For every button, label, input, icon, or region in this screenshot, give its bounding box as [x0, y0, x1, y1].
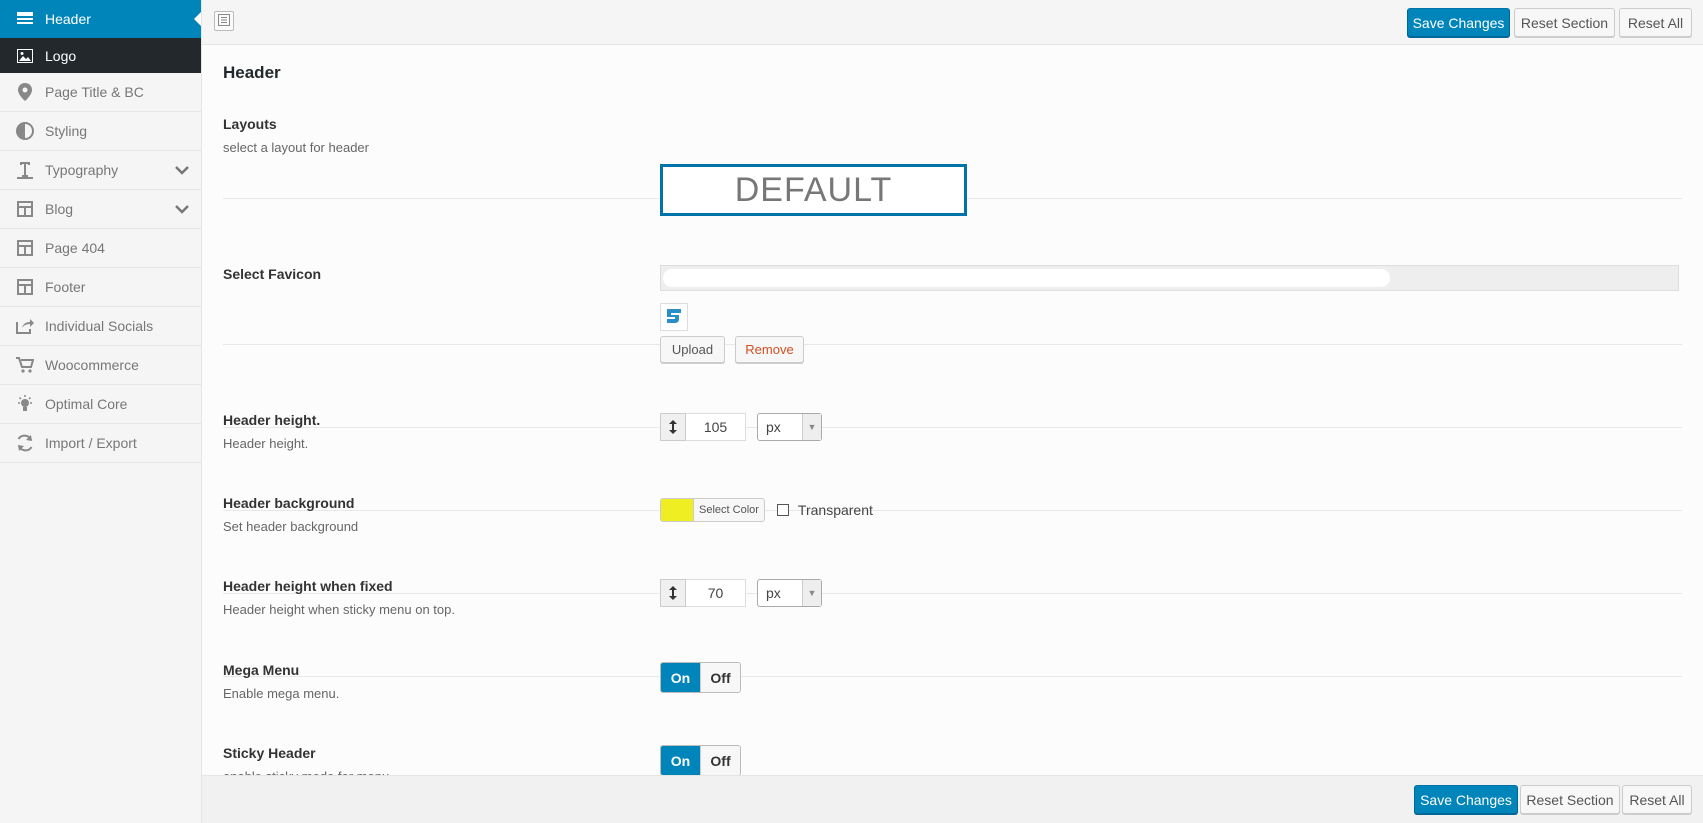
chevron-down-icon[interactable] — [175, 162, 189, 178]
sidebar-item-label: Import / Export — [45, 435, 137, 451]
sidebar-item-label: Blog — [45, 201, 74, 217]
header-background-row: Header background Set header background … — [223, 427, 1682, 534]
reset-section-button[interactable]: Reset Section — [1514, 8, 1615, 37]
favicon-url-field[interactable] — [660, 265, 1679, 291]
text-icon — [16, 161, 34, 179]
save-changes-button[interactable]: Save Changes — [1407, 8, 1510, 37]
sidebar-item-header[interactable]: Header — [0, 0, 201, 38]
sidebar-item-typography[interactable]: Typography — [0, 151, 201, 190]
mega-menu-row: Mega Menu Enable mega menu. On Off — [223, 593, 1682, 701]
sidebar-item-page-404[interactable]: Page 404 — [0, 229, 201, 268]
sidebar-item-label: Page 404 — [45, 240, 105, 256]
cart-icon — [16, 356, 34, 374]
header-icon — [16, 10, 34, 28]
sidebar-item-label: Page Title & BC — [45, 84, 144, 100]
lightbulb-icon — [16, 395, 34, 413]
layout-icon — [16, 200, 34, 218]
reset-all-button[interactable]: Reset All — [1622, 785, 1692, 814]
sidebar-item-label: Styling — [45, 123, 88, 139]
header-background-label: Header background — [223, 495, 355, 511]
header-height-label: Header height. — [223, 412, 321, 428]
sticky-header-row: Sticky Header enable sticky mode for men… — [223, 676, 1682, 784]
sidebar-item-logo[interactable]: Logo — [0, 38, 201, 73]
sidebar-item-woocommerce[interactable]: Woocommerce — [0, 346, 201, 385]
share-icon — [16, 317, 34, 335]
sidebar-item-label: Logo — [45, 47, 77, 64]
refresh-icon — [16, 434, 34, 452]
contrast-icon — [16, 122, 34, 140]
reset-section-button[interactable]: Reset Section — [1520, 785, 1620, 814]
sidebar-item-label: Optimal Core — [45, 396, 128, 412]
options-panel: Header Layouts select a layout for heade… — [202, 45, 1703, 784]
layouts-row: Layouts select a layout for header DEFAU… — [223, 105, 1682, 216]
layout-icon — [16, 239, 34, 257]
sticky-header-on[interactable]: On — [661, 746, 700, 775]
sidebar: Header Logo Page Title & BC Styling Typo… — [0, 0, 202, 823]
sidebar-item-label: Typography — [45, 162, 119, 178]
sidebar-item-label: Woocommerce — [45, 357, 139, 373]
favicon-row: Select Favicon Upload Remove — [223, 198, 1682, 363]
favicon-url-value — [663, 269, 1390, 287]
expand-icon — [218, 13, 230, 29]
sidebar-item-individual-socials[interactable]: Individual Socials — [0, 307, 201, 346]
sidebar-item-footer[interactable]: Footer — [0, 268, 201, 307]
page-title: Header — [223, 63, 281, 82]
sidebar-item-page-title[interactable]: Page Title & BC — [0, 73, 201, 112]
favicon-preview — [660, 303, 688, 331]
sticky-header-off[interactable]: Off — [700, 746, 740, 775]
fixed-height-row: Header height when fixed Header height w… — [223, 510, 1682, 617]
favicon-label: Select Favicon — [223, 266, 322, 282]
save-changes-button[interactable]: Save Changes — [1414, 785, 1518, 814]
fixed-height-label: Header height when fixed — [223, 578, 393, 594]
chevron-down-icon[interactable] — [175, 201, 189, 217]
sidebar-item-label: Individual Socials — [45, 318, 154, 334]
favicon-logo-icon — [665, 307, 683, 328]
sticky-header-label: Sticky Header — [223, 745, 316, 761]
expand-options-button[interactable] — [214, 11, 234, 31]
layouts-label: Layouts — [223, 116, 277, 132]
bottom-toolbar: Save Changes Reset Section Reset All — [202, 775, 1703, 823]
layouts-desc: select a layout for header — [223, 140, 369, 155]
layout-icon — [16, 278, 34, 296]
reset-all-button[interactable]: Reset All — [1619, 8, 1692, 37]
sticky-header-switch[interactable]: On Off — [660, 745, 741, 776]
sidebar-item-label: Footer — [45, 279, 86, 295]
sidebar-item-import-export[interactable]: Import / Export — [0, 424, 201, 463]
top-toolbar: Save Changes Reset Section Reset All — [202, 0, 1703, 45]
sidebar-item-label: Header — [45, 11, 91, 27]
image-icon — [16, 47, 34, 65]
header-height-row: Header height. Header height. px ▼ — [223, 344, 1682, 451]
location-pin-icon — [16, 83, 34, 101]
sidebar-item-optimal-core[interactable]: Optimal Core — [0, 385, 201, 424]
sidebar-item-styling[interactable]: Styling — [0, 112, 201, 151]
sidebar-item-blog[interactable]: Blog — [0, 190, 201, 229]
